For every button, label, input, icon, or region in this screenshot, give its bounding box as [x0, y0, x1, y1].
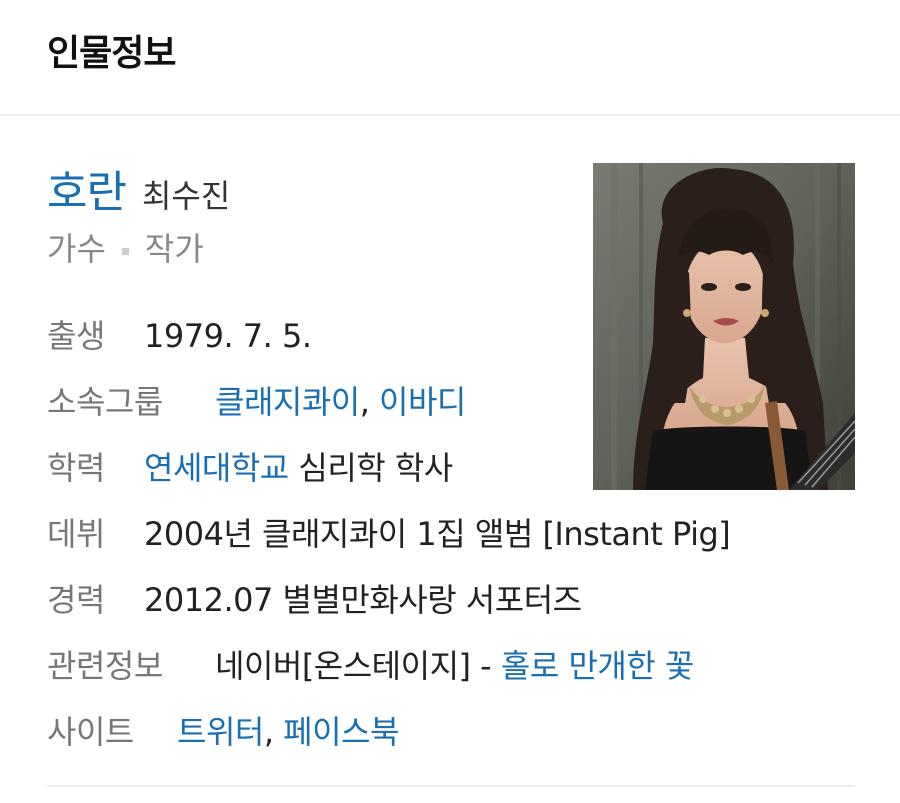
- related-link[interactable]: 홀로 만개한 꽃: [501, 647, 694, 685]
- job-item: 작가: [144, 230, 204, 268]
- info-value: 2012.07 별별만화사랑 서포터즈: [144, 581, 582, 619]
- info-label: 출생: [47, 317, 105, 355]
- info-label: 관련정보: [47, 647, 163, 685]
- education-detail: 심리학 학사: [288, 449, 453, 487]
- info-label: 학력: [47, 449, 105, 487]
- info-label: 데뷔: [47, 515, 105, 553]
- person-name-link[interactable]: 호란: [47, 167, 127, 218]
- facebook-link[interactable]: 페이스북: [283, 713, 399, 751]
- info-value-education: 연세대학교 심리학 학사: [144, 446, 453, 490]
- info-label: 소속그룹: [47, 383, 163, 421]
- info-label: 사이트: [47, 713, 134, 751]
- info-value: 2004년 클래지콰이 1집 앨범 [Instant Pig]: [144, 515, 731, 553]
- job-item: 가수: [47, 230, 106, 268]
- info-label: 경력: [47, 581, 105, 619]
- section-title: 인물정보: [47, 33, 176, 74]
- info-row-site: 사이트 트위터, 페이스북: [47, 710, 399, 754]
- info-value: 1979. 7. 5.: [144, 317, 312, 355]
- bottom-divider: [47, 785, 855, 787]
- group-link-ibadi[interactable]: 이바디: [379, 383, 466, 421]
- list-separator: ,: [359, 383, 380, 421]
- section-header: 인물정보: [0, 0, 900, 116]
- group-link-clazziquai[interactable]: 클래지콰이: [215, 383, 360, 421]
- job-separator-dot: [121, 247, 129, 255]
- twitter-link[interactable]: 트위터: [177, 713, 264, 751]
- person-photo[interactable]: [593, 163, 855, 490]
- info-value-related: 네이버[온스테이지] - 홀로 만개한 꽃: [215, 644, 694, 688]
- info-row-education: 학력 연세대학교 심리학 학사: [47, 446, 453, 490]
- info-value-group: 클래지콰이, 이바디: [215, 380, 466, 424]
- related-prefix: 네이버[온스테이지] -: [215, 647, 501, 685]
- list-separator: ,: [263, 713, 284, 751]
- info-row-group: 소속그룹 클래지콰이, 이바디: [47, 380, 466, 424]
- info-row-related: 관련정보 네이버[온스테이지] - 홀로 만개한 꽃: [47, 644, 694, 688]
- person-real-name: 최수진: [141, 177, 231, 215]
- info-row-birth: 출생 1979. 7. 5.: [47, 314, 312, 358]
- info-row-debut: 데뷔 2004년 클래지콰이 1집 앨범 [Instant Pig]: [47, 512, 731, 556]
- portrait-image: [593, 163, 855, 490]
- person-jobs: 가수 작가: [47, 224, 204, 270]
- person-name-row: 호란 최수진: [47, 156, 230, 220]
- school-link[interactable]: 연세대학교: [144, 449, 289, 487]
- info-value-site: 트위터, 페이스북: [177, 710, 399, 754]
- info-row-career: 경력 2012.07 별별만화사랑 서포터즈: [47, 578, 582, 622]
